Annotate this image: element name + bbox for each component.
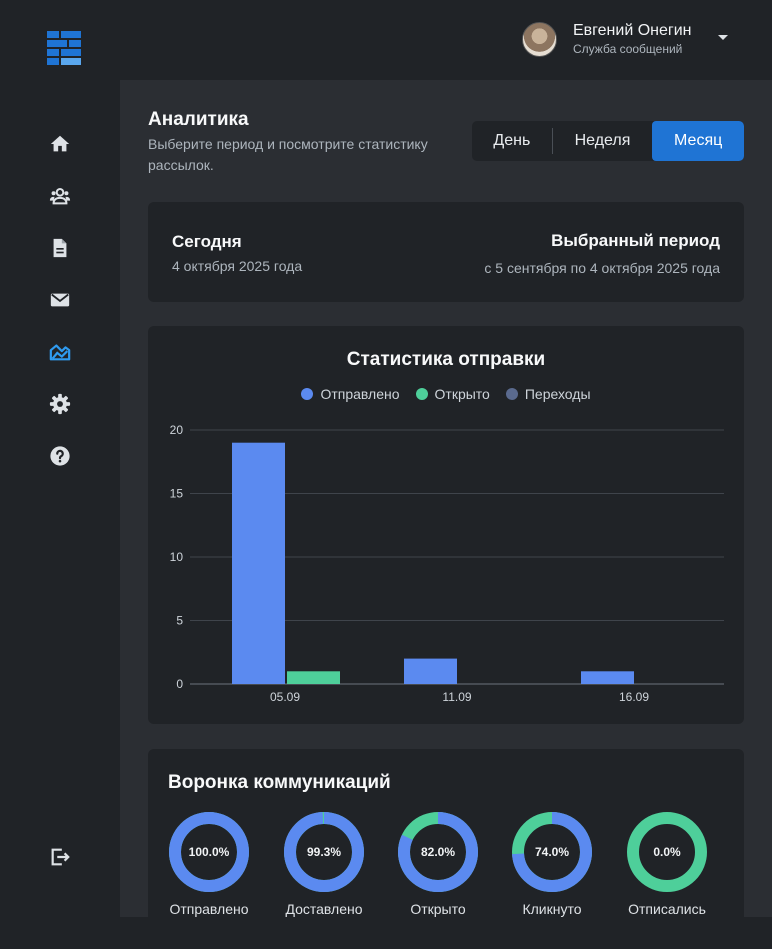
funnel-title: Воронка коммуникаций [168, 772, 391, 793]
x-tick-label: 16.09 [619, 690, 649, 704]
donut-label: Открыто [410, 901, 466, 917]
funnel-card: Воронка коммуникаций 100.0% Отправлено 99.… [148, 749, 744, 949]
home-icon [50, 135, 70, 152]
sidebar-item-mail[interactable] [49, 289, 71, 311]
user-role: Служба сообщений [573, 42, 683, 56]
y-tick-label: 15 [170, 487, 184, 501]
funnel-donut[interactable]: 0.0% Отписались [625, 812, 709, 917]
x-tick-label: 11.09 [442, 690, 471, 704]
analytics-icon [49, 344, 71, 361]
sidebar [0, 80, 120, 917]
donut-label: Отправлено [169, 901, 249, 917]
main-content: Аналитика Выберите период и посмотрите с… [120, 80, 772, 949]
donut-label: Кликнуто [522, 901, 582, 917]
users-icon [49, 188, 71, 205]
funnel-donut[interactable]: 82.0% Открыто [396, 812, 480, 917]
page-subtitle: Выберите период и посмотрите статистику … [148, 136, 428, 173]
chart-card: Статистика отправки Отправлено Открыто П… [148, 326, 744, 724]
donut-percent: 82.0% [420, 845, 456, 859]
donut-percent: 99.3% [306, 845, 342, 859]
bar-Открыто [287, 671, 340, 684]
bar-Отправлено [581, 671, 634, 684]
selected-period-range: с 5 сентября по 4 октября 2025 года [484, 260, 720, 276]
donut-percent: 100.0% [188, 845, 230, 859]
today-date: 4 октября 2025 года [172, 258, 303, 274]
bar-chart: 0 5 10 15 20 05.09 11.09 16.09 [170, 423, 724, 704]
donut-label: Доставлено [285, 901, 363, 917]
y-tick-label: 10 [170, 550, 184, 564]
chevron-down-icon[interactable] [718, 35, 728, 40]
x-tick-label: 05.09 [270, 690, 300, 704]
logo-icon[interactable] [47, 31, 81, 65]
y-tick-label: 5 [176, 614, 183, 628]
period-month-button[interactable]: Месяц [652, 121, 744, 161]
bar-Отправлено [404, 658, 457, 684]
selected-period-label: Выбранный период [551, 231, 720, 250]
y-tick-label: 20 [170, 423, 184, 437]
period-card: Сегодня 4 октября 2025 года Выбранный пе… [148, 202, 744, 302]
gear-icon [49, 393, 71, 415]
logout-button[interactable] [49, 846, 71, 868]
user-menu[interactable]: Евгений Онегин Служба сообщений [522, 21, 692, 57]
sidebar-item-home[interactable] [49, 133, 71, 155]
sidebar-item-documents[interactable] [49, 237, 71, 259]
logout-icon [51, 848, 70, 866]
help-icon [50, 446, 70, 466]
donut-percent: 74.0% [534, 845, 570, 859]
user-name: Евгений Онегин [573, 22, 692, 39]
period-selector: День Неделя Месяц [472, 121, 744, 161]
mail-icon [50, 293, 70, 307]
y-tick-label: 0 [176, 677, 183, 691]
funnel-donut[interactable]: 99.3% Доставлено [282, 812, 366, 917]
sidebar-item-users[interactable] [49, 185, 71, 207]
sidebar-item-settings[interactable] [49, 393, 71, 415]
funnel-donut[interactable]: 100.0% Отправлено [167, 812, 251, 917]
donut-label: Отписались [628, 901, 706, 917]
donut-percent: 0.0% [653, 845, 681, 859]
sidebar-item-analytics[interactable] [49, 341, 71, 363]
sidebar-item-help[interactable] [49, 445, 71, 467]
page-title: Аналитика [148, 109, 249, 130]
bar-Отправлено [232, 442, 285, 684]
period-day-button[interactable]: День [472, 121, 552, 161]
top-bar: Евгений Онегин Служба сообщений [0, 0, 772, 80]
funnel-donut[interactable]: 74.0% Кликнуто [510, 812, 594, 917]
document-icon [53, 238, 67, 258]
period-week-button[interactable]: Неделя [551, 128, 653, 154]
today-label: Сегодня [172, 232, 242, 251]
avatar[interactable] [522, 21, 557, 57]
